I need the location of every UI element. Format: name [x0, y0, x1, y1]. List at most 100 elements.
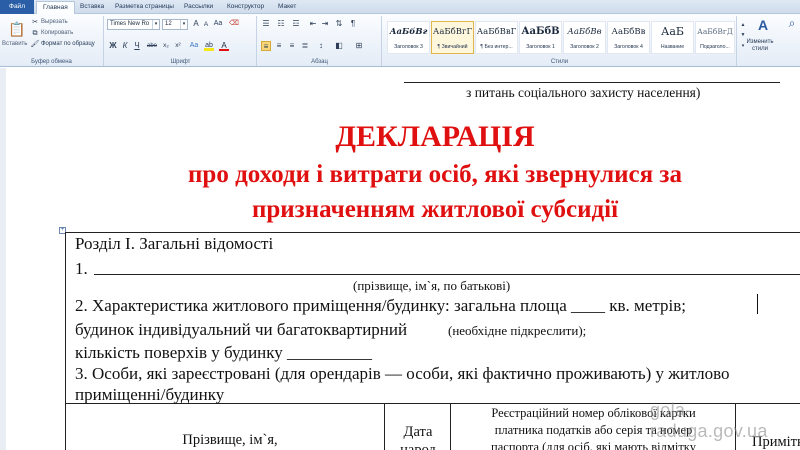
- tab-page-layout[interactable]: Разметка страницы: [109, 1, 180, 14]
- font-size-select[interactable]: 12 ▾: [162, 19, 188, 30]
- change-styles-button[interactable]: Изменить стили: [744, 39, 776, 53]
- increase-indent-icon[interactable]: ⇥: [320, 19, 330, 29]
- item-2-line-2: будинок індивідуальний чи багатоквартирн…: [75, 320, 408, 339]
- header-text: з питань соціального захисту населення): [466, 85, 701, 100]
- style-title[interactable]: АаБ Название: [651, 21, 694, 54]
- decrease-indent-icon[interactable]: ⇤: [308, 19, 318, 29]
- copy-button[interactable]: Копировать: [41, 30, 73, 36]
- item-1-label: 1.: [75, 259, 88, 278]
- table-column-divider: [450, 404, 451, 450]
- style-name: Название: [660, 44, 685, 50]
- highlight-icon[interactable]: ab: [204, 41, 214, 51]
- style-sample: АаБ: [661, 25, 684, 38]
- declaration-subtitle-line1: про доходи і витрати осіб, які звернулис…: [188, 161, 682, 188]
- font-color-button[interactable]: A: [219, 41, 229, 51]
- paragraph-group: ☰ ☷ ☲ ⇤ ⇥ ⇅ ¶ ≡ ≡ ≡ ≣ ↕ ◧ ⊞ Абзац: [258, 16, 382, 66]
- align-left-icon[interactable]: ≡: [261, 41, 271, 51]
- tab-home[interactable]: Главная: [36, 1, 75, 14]
- tab-layout[interactable]: Макет: [272, 1, 302, 14]
- clipboard-group: 📋 Вставить ✂ Вырезать ⧉ Копировать 🖌 Фор…: [0, 16, 104, 66]
- ribbon: 📋 Вставить ✂ Вырезать ⧉ Копировать 🖌 Фор…: [0, 14, 800, 67]
- style-sample: АаБбВв: [611, 27, 646, 37]
- tab-insert[interactable]: Вставка: [74, 1, 110, 14]
- chevron-down-icon[interactable]: ▾: [152, 20, 159, 29]
- style-name: ¶ Без интер...: [480, 44, 513, 50]
- item-3-line-1: 3. Особи, які зареєстровані (для орендар…: [75, 364, 730, 383]
- align-right-icon[interactable]: ≡: [287, 41, 297, 51]
- style-sample: АаБбВв: [567, 27, 602, 37]
- change-case-icon[interactable]: Aa: [213, 19, 223, 29]
- clear-formatting-icon[interactable]: ⌫: [229, 19, 239, 29]
- shading-icon[interactable]: ◧: [334, 41, 344, 51]
- styles-scroll-up-icon[interactable]: ▲: [738, 20, 748, 30]
- style-name: Заголовок 3: [394, 44, 423, 50]
- item-2-line-1: 2. Характеристика житлового приміщення/б…: [75, 296, 686, 315]
- superscript-button[interactable]: x²: [173, 41, 183, 51]
- paste-button[interactable]: Вставить: [2, 41, 27, 47]
- font-size-value: 12: [165, 21, 172, 27]
- editing-icon[interactable]: ⌕: [785, 17, 799, 34]
- style-name: Заголовок 4: [614, 44, 643, 50]
- font-name-select[interactable]: Times New Ro ▾: [107, 19, 160, 30]
- declaration-subtitle-line2: призначенням житлової субсидії: [251, 196, 619, 223]
- change-styles-icon[interactable]: A: [754, 17, 772, 33]
- numbering-icon[interactable]: ☷: [276, 19, 286, 29]
- subscript-button[interactable]: x₂: [161, 41, 171, 51]
- ribbon-tab-bar: Файл Главная Вставка Разметка страницы Р…: [0, 0, 800, 14]
- name-field-line[interactable]: [94, 274, 800, 275]
- header-underline: [404, 82, 780, 83]
- style-no-spacing[interactable]: АаБбВвГ ¶ Без интер...: [475, 21, 518, 54]
- item-2-line-3: кількість поверхів у будинку __________: [75, 343, 373, 362]
- copy-icon[interactable]: ⧉: [30, 29, 40, 39]
- style-name: Заголовок 1: [526, 44, 555, 50]
- style-heading-4[interactable]: АаБбВв Заголовок 4: [607, 21, 650, 54]
- format-painter-icon[interactable]: 🖌: [30, 40, 40, 50]
- text-cursor: [757, 294, 758, 314]
- multilevel-list-icon[interactable]: ☲: [291, 19, 301, 29]
- scissors-icon[interactable]: ✂: [30, 18, 40, 28]
- tab-mailings[interactable]: Рассылки: [178, 1, 219, 14]
- italic-button[interactable]: К: [120, 41, 130, 51]
- bullets-icon[interactable]: ☰: [261, 19, 271, 29]
- strikethrough-button[interactable]: abe: [145, 41, 159, 51]
- borders-icon[interactable]: ⊞: [354, 41, 364, 51]
- bold-button[interactable]: Ж: [108, 41, 118, 51]
- underline-button[interactable]: Ч: [132, 41, 142, 51]
- line-spacing-icon[interactable]: ↕: [316, 41, 326, 51]
- column-header-date-cont: народ: [400, 442, 436, 450]
- style-subtitle[interactable]: АаБбВгД Подзаголо...: [695, 21, 735, 54]
- justify-icon[interactable]: ≣: [300, 41, 310, 51]
- style-heading-2[interactable]: АаБбВв Заголовок 2: [563, 21, 606, 54]
- chevron-down-icon[interactable]: ▾: [180, 20, 187, 29]
- cut-button[interactable]: Вырезать: [41, 19, 68, 25]
- tab-design[interactable]: Конструктор: [221, 1, 270, 14]
- item-2-note: (необхідне підкреслити);: [448, 323, 587, 338]
- style-sample: АаБбВгГ: [432, 27, 473, 37]
- clipboard-group-label: Буфер обмена: [31, 59, 72, 65]
- document-page[interactable]: з питань соціального захисту населення) …: [0, 68, 800, 450]
- sort-icon[interactable]: ⇅: [334, 19, 344, 29]
- style-heading-1[interactable]: АаБбВ Заголовок 1: [519, 21, 562, 54]
- tab-file[interactable]: Файл: [0, 0, 34, 14]
- style-sample: АаБбВг: [389, 27, 428, 37]
- format-painter-button[interactable]: Формат по образцу: [41, 41, 95, 47]
- site-watermark: gola-raduga.gov.ua: [650, 400, 768, 441]
- grow-font-icon[interactable]: A: [191, 19, 201, 29]
- font-name-value: Times New Ro: [110, 21, 150, 27]
- align-center-icon[interactable]: ≡: [274, 41, 284, 51]
- shrink-font-icon[interactable]: A: [201, 20, 211, 30]
- style-name: Подзаголо...: [700, 44, 730, 50]
- column-header-name: Прізвище, ім`я,: [182, 432, 278, 448]
- style-name: ¶ Звичайний: [437, 44, 468, 50]
- style-normal[interactable]: АаБбВгГ ¶ Звичайний: [431, 21, 474, 54]
- text-effects-button[interactable]: Aa: [189, 41, 199, 51]
- column-header-date: Дата: [403, 424, 433, 440]
- show-marks-icon[interactable]: ¶: [348, 19, 358, 29]
- paste-icon[interactable]: 📋: [8, 20, 25, 38]
- styles-group: АаБбВг Заголовок 3 АаБбВгГ ¶ Звичайний А…: [383, 16, 737, 66]
- section-1-title: Розділ І. Загальні відомості: [75, 234, 274, 253]
- style-heading-3[interactable]: АаБбВг Заголовок 3: [387, 21, 430, 54]
- font-group: Times New Ro ▾ 12 ▾ A A Aa ⌫ Ж К Ч abe x…: [105, 16, 257, 66]
- font-group-label: Шрифт: [170, 59, 191, 65]
- paragraph-group-label: Абзац: [311, 59, 328, 65]
